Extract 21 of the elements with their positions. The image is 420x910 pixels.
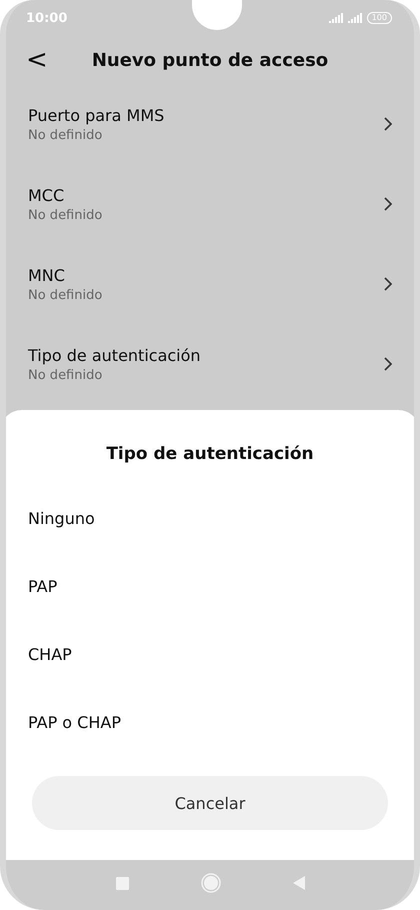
back-icon[interactable] (292, 876, 304, 890)
option-item[interactable]: Ninguno (6, 484, 414, 552)
chevron-icon (384, 197, 392, 211)
settings-item[interactable]: Puerto para MMS No definido (6, 84, 414, 164)
cancel-button[interactable]: Cancelar (32, 776, 388, 830)
settings-item[interactable]: MNC No definido (6, 244, 414, 324)
signal-icon (328, 13, 343, 23)
option-item[interactable]: CHAP (6, 620, 414, 688)
chevron-icon (384, 117, 392, 131)
signal-icon (348, 13, 362, 23)
option-item[interactable]: PAP o CHAP (6, 688, 414, 756)
chevron-icon (384, 277, 392, 291)
back-button[interactable]: < (22, 45, 52, 75)
option-item[interactable]: PAP (6, 552, 414, 620)
screen-title: Nuevo punto de acceso (92, 50, 328, 70)
chevron-icon (384, 357, 392, 371)
dialog-title: Tipo de autenticación (105, 443, 315, 466)
recents-icon[interactable] (116, 876, 128, 890)
settings-item[interactable]: MCC No definido (6, 164, 414, 244)
home-icon[interactable] (200, 873, 220, 893)
settings-item[interactable]: Tipo de autenticación No definido (6, 324, 414, 404)
